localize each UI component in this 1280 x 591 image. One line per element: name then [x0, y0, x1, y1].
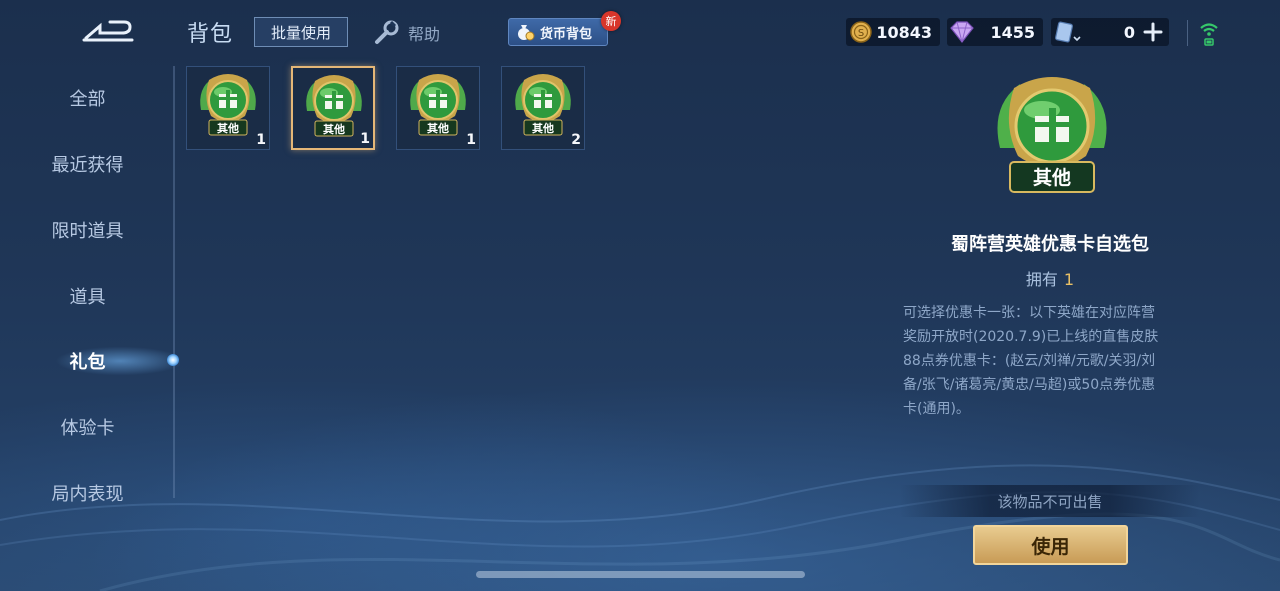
gold-coin-value: 10843	[876, 22, 932, 42]
owned-value: 1	[1063, 270, 1075, 289]
item-name: 蜀阵营英雄优惠卡自选包	[951, 234, 1149, 255]
currency-bag-button[interactable]: 货币背包	[508, 18, 608, 46]
coupon-value: 0	[1123, 22, 1135, 42]
diamond-counter: 1455	[947, 18, 1043, 46]
coupon-icon	[1055, 21, 1081, 43]
home-indicator-bar[interactable]	[476, 571, 805, 578]
currency-bag-label: 货币背包	[540, 26, 593, 42]
page-title: 背包	[187, 22, 234, 47]
wrench-icon	[375, 20, 399, 44]
nav-item-gift-pack[interactable]: 礼包	[0, 341, 175, 381]
inventory-slot[interactable]: 其他 2	[501, 66, 585, 150]
gold-coin-icon: S	[850, 21, 872, 43]
nav-item-props[interactable]: 道具	[0, 276, 175, 316]
slot-count: 2	[571, 132, 581, 148]
help-button[interactable]: 帮助	[372, 19, 440, 47]
back-arrow-icon	[82, 20, 134, 42]
slot-tag: 其他	[323, 122, 345, 136]
nav-item-recent[interactable]: 最近获得	[0, 144, 175, 184]
gift-pack-icon: 其他	[200, 74, 256, 136]
gift-pack-icon: 其他	[515, 74, 571, 136]
slot-tag: 其他	[217, 121, 239, 135]
use-button[interactable]: 使用	[973, 525, 1128, 565]
selected-item-icon: 其他	[997, 77, 1107, 193]
svg-text:S: S	[858, 28, 864, 39]
owned-label: 拥有	[1025, 270, 1058, 289]
diamond-icon	[950, 21, 974, 43]
money-bag-icon	[518, 25, 535, 41]
back-button[interactable]	[80, 16, 136, 46]
selected-item-tag: 其他	[1033, 166, 1071, 189]
description-line: 可选择优惠卡一张：以下英雄在对应阵营	[903, 305, 1155, 321]
nav-item-all[interactable]: 全部	[0, 78, 175, 118]
slot-count: 1	[466, 132, 476, 148]
gift-pack-icon: 其他	[410, 74, 466, 136]
wifi-signal-icon	[1200, 23, 1218, 46]
inventory-slot-selected[interactable]: 其他 1	[291, 66, 375, 150]
coupon-counter: 0	[1051, 18, 1169, 46]
not-for-sale-notice: 该物品不可出售	[900, 485, 1200, 517]
add-coupon-icon[interactable]	[1141, 20, 1165, 44]
new-badge: 新	[601, 11, 621, 31]
nav-item-in-game-performance[interactable]: 局内表现	[0, 473, 175, 513]
inventory-slot[interactable]: 其他 1	[186, 66, 270, 150]
batch-use-button[interactable]: 批量使用	[254, 17, 348, 47]
description-line: 备/张飞/诸葛亮/黄忠/马超)或50点券优惠	[903, 377, 1156, 393]
gift-pack-icon: 其他	[306, 75, 362, 137]
slot-tag: 其他	[532, 121, 554, 135]
help-label: 帮助	[408, 25, 441, 44]
owned-count: 拥有 1	[900, 266, 1200, 290]
description-line: 卡(通用)。	[903, 401, 970, 417]
gold-coin-counter: S 10843	[846, 18, 940, 46]
description-line: 奖励开放时(2020.7.9)已上线的直售皮肤	[903, 329, 1159, 345]
diamond-value: 1455	[990, 22, 1035, 42]
item-description: 可选择优惠卡一张：以下英雄在对应阵营 奖励开放时(2020.7.9)已上线的直售…	[903, 301, 1199, 421]
slot-count: 1	[360, 131, 370, 147]
status-divider	[1187, 20, 1188, 46]
nav-item-limited[interactable]: 限时道具	[0, 210, 175, 250]
description-line: 88点券优惠卡：(赵云/刘禅/元歌/关羽/刘	[903, 353, 1156, 369]
slot-count: 1	[256, 132, 266, 148]
inventory-slot[interactable]: 其他 1	[396, 66, 480, 150]
nav-item-trial-card[interactable]: 体验卡	[0, 407, 175, 447]
slot-tag: 其他	[427, 121, 449, 135]
